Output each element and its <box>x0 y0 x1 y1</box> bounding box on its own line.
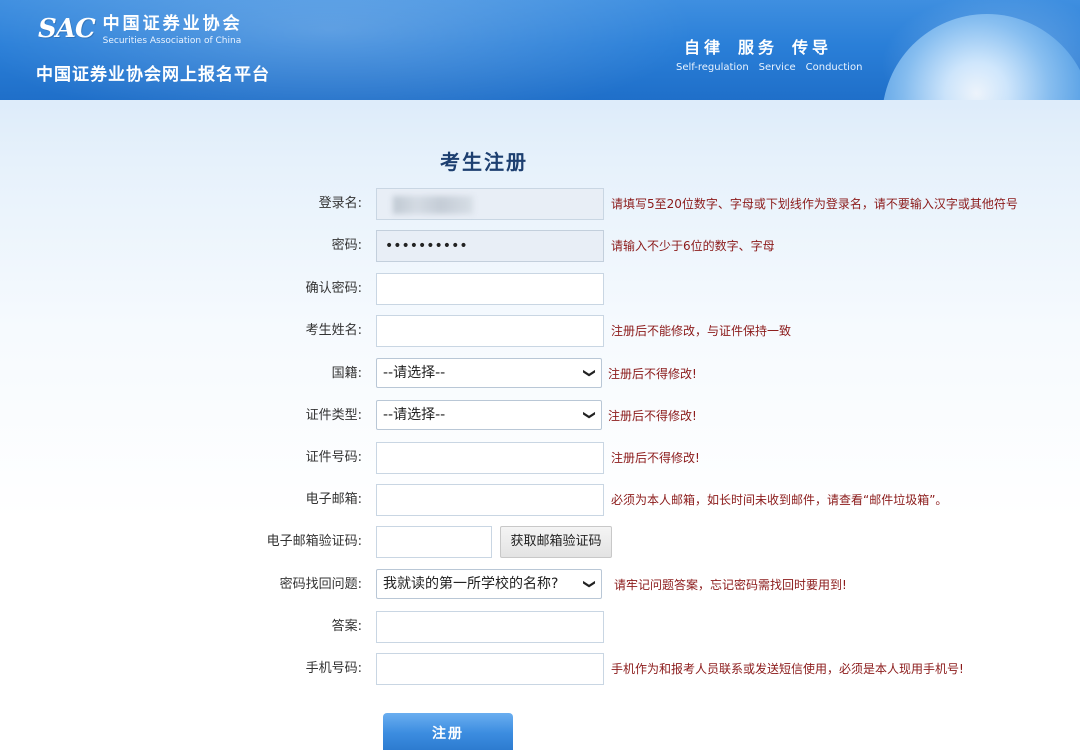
id-type-hint: 注册后不得修改! <box>608 409 697 423</box>
motto-cn: 自律 服务 传导 <box>684 34 862 58</box>
confirm-password-field[interactable] <box>376 273 604 305</box>
register-button[interactable]: 注册 <box>383 713 513 750</box>
security-question-label: 密码找回问题: <box>279 577 362 592</box>
answer-label: 答案: <box>331 619 362 634</box>
id-type-label: 证件类型: <box>305 408 362 423</box>
username-hint: 请填写5至20位数字、字母或下划线作为登录名，请不要输入汉字或其他符号 <box>611 197 1018 211</box>
logo-en: Securities Association of China <box>102 36 242 46</box>
row-id-type: 证件类型: --请选择-- ❯ 注册后不得修改! <box>0 400 1080 432</box>
username-label: 登录名: <box>318 196 362 211</box>
motto-en: Self-regulation Service Conduction <box>676 62 862 73</box>
email-field[interactable] <box>376 484 604 516</box>
page-title: 考生注册 <box>440 150 528 174</box>
answer-field[interactable] <box>376 611 604 643</box>
row-password: 密码: •••••••••• 请输入不少于6位的数字、字母 <box>0 230 1080 262</box>
motto-en-1: Self-regulation <box>676 62 749 73</box>
row-username: 登录名: 请填写5至20位数字、字母或下划线作为登录名，请不要输入汉字或其他符号 <box>0 188 1080 220</box>
row-id-number: 证件号码: 注册后不得修改! <box>0 442 1080 474</box>
logo-cn: 中国证券业协会 <box>102 14 243 34</box>
password-label: 密码: <box>331 238 362 253</box>
row-confirm-password: 确认密码: <box>0 273 1080 305</box>
security-question-select[interactable]: 我就读的第一所学校的名称? ❯ <box>376 569 602 599</box>
name-field[interactable] <box>376 315 604 347</box>
id-number-label: 证件号码: <box>305 450 362 465</box>
id-type-selected: --请选择-- <box>383 407 446 423</box>
row-security-question: 密码找回问题: 我就读的第一所学校的名称? ❯ 请牢记问题答案，忘记密码需找回时… <box>0 569 1080 601</box>
email-hint: 必须为本人邮箱，如长时间未收到邮件，请查看“邮件垃圾箱”。 <box>611 493 948 507</box>
row-email-code: 电子邮箱验证码: 获取邮箱验证码 <box>0 526 1080 558</box>
chevron-down-icon: ❯ <box>582 409 597 421</box>
motto-en-3: Conduction <box>805 62 863 73</box>
motto-cn-2: 服务 <box>738 38 779 57</box>
site-title: 中国证券业协会网上报名平台 <box>36 65 270 85</box>
confirm-password-label: 确认密码: <box>305 281 362 296</box>
username-field[interactable] <box>376 188 604 220</box>
id-type-select[interactable]: --请选择-- ❯ <box>376 400 602 430</box>
chevron-down-icon: ❯ <box>582 578 597 590</box>
nationality-hint: 注册后不得修改! <box>608 367 697 381</box>
motto-cn-3: 传导 <box>792 38 833 57</box>
email-code-label: 电子邮箱验证码: <box>266 534 362 549</box>
nationality-selected: --请选择-- <box>383 365 446 381</box>
password-hint: 请输入不少于6位的数字、字母 <box>611 239 775 253</box>
password-mask: •••••••••• <box>385 238 468 254</box>
logo-mark: SAC <box>38 14 96 44</box>
security-question-hint: 请牢记问题答案，忘记密码需找回时要用到! <box>614 578 847 592</box>
id-number-hint: 注册后不得修改! <box>611 451 700 465</box>
site-header: SAC 中国证券业协会 Securities Association of Ch… <box>0 0 1080 100</box>
email-code-field[interactable] <box>376 526 492 558</box>
motto-cn-1: 自律 <box>684 38 725 57</box>
sac-logo: SAC 中国证券业协会 Securities Association of Ch… <box>38 14 243 47</box>
redacted-value <box>393 196 473 214</box>
name-hint: 注册后不能修改，与证件保持一致 <box>611 324 792 338</box>
row-phone: 手机号码: 手机作为和报考人员联系或发送短信使用，必须是本人现用手机号! <box>0 653 1080 685</box>
nationality-label: 国籍: <box>331 366 362 381</box>
phone-label: 手机号码: <box>305 661 362 676</box>
row-name: 考生姓名: 注册后不能修改，与证件保持一致 <box>0 315 1080 347</box>
password-field[interactable]: •••••••••• <box>376 230 604 262</box>
id-number-field[interactable] <box>376 442 604 474</box>
name-label: 考生姓名: <box>305 323 362 338</box>
row-answer: 答案: <box>0 611 1080 643</box>
motto: 自律 服务 传导 Self-regulation Service Conduct… <box>676 34 862 73</box>
email-label: 电子邮箱: <box>305 492 362 507</box>
motto-en-2: Service <box>758 62 796 73</box>
row-nationality: 国籍: --请选择-- ❯ 注册后不得修改! <box>0 358 1080 390</box>
get-email-code-button[interactable]: 获取邮箱验证码 <box>500 526 612 558</box>
security-question-selected: 我就读的第一所学校的名称? <box>383 576 559 592</box>
phone-hint: 手机作为和报考人员联系或发送短信使用，必须是本人现用手机号! <box>611 662 964 676</box>
logo-text: 中国证券业协会 Securities Association of China <box>103 14 243 47</box>
row-email: 电子邮箱: 必须为本人邮箱，如长时间未收到邮件，请查看“邮件垃圾箱”。 <box>0 484 1080 516</box>
nationality-select[interactable]: --请选择-- ❯ <box>376 358 602 388</box>
chevron-down-icon: ❯ <box>582 367 597 379</box>
phone-field[interactable] <box>376 653 604 685</box>
